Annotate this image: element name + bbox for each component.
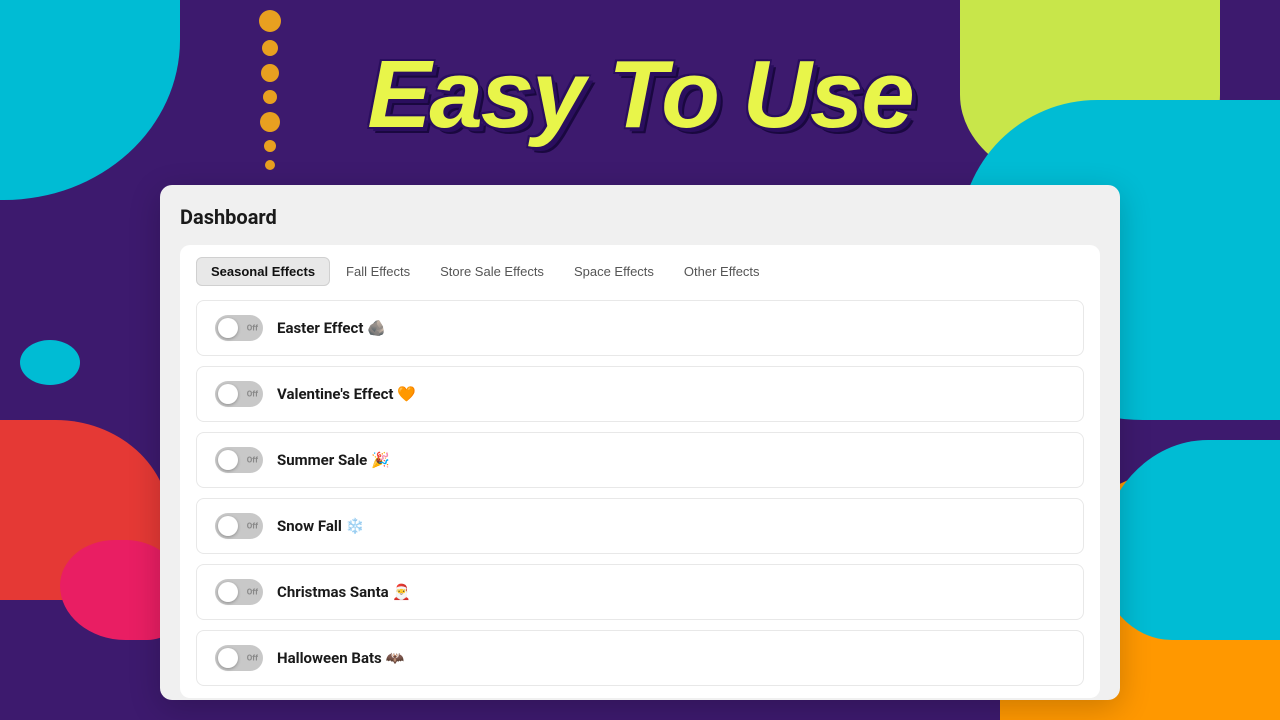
toggle-track-valentine: Off [215,381,263,407]
blob-teal-small [20,340,80,385]
toggle-valentine[interactable]: Off [215,381,263,407]
toggle-track-halloween: Off [215,645,263,671]
toggle-thumb-valentine [218,384,238,404]
effect-name-snow-fall: Snow Fall ❄️ [277,517,364,535]
toggle-track-summer-sale: Off [215,447,263,473]
tabs-bar: Seasonal Effects Fall Effects Store Sale… [196,257,1084,286]
effect-row-valentine: Off Valentine's Effect 🧡 [196,366,1084,422]
effect-row-easter: Off Easter Effect 🪨 [196,300,1084,356]
toggle-thumb-halloween [218,648,238,668]
hero-section: Easy To Use [0,0,1280,190]
dashboard-panel: Dashboard Seasonal Effects Fall Effects … [160,185,1120,700]
toggle-track-christmas: Off [215,579,263,605]
effect-name-easter: Easter Effect 🪨 [277,319,386,337]
effect-row-summer-sale: Off Summer Sale 🎉 [196,432,1084,488]
tab-other[interactable]: Other Effects [670,258,774,285]
effect-name-christmas: Christmas Santa 🎅 [277,583,411,601]
toggle-track-easter: Off [215,315,263,341]
toggle-label-christmas: Off [247,588,258,597]
toggle-label-valentine: Off [247,390,258,399]
tab-seasonal[interactable]: Seasonal Effects [196,257,330,286]
hero-title: Easy To Use [367,40,912,150]
toggle-label-halloween: Off [247,654,258,663]
toggle-christmas[interactable]: Off [215,579,263,605]
toggle-halloween[interactable]: Off [215,645,263,671]
effects-list: Off Easter Effect 🪨 Off Valentine's Effe… [196,300,1084,686]
effect-name-summer-sale: Summer Sale 🎉 [277,451,390,469]
effect-row-christmas: Off Christmas Santa 🎅 [196,564,1084,620]
effect-name-halloween: Halloween Bats 🦇 [277,649,404,667]
toggle-snow-fall[interactable]: Off [215,513,263,539]
toggle-easter[interactable]: Off [215,315,263,341]
effect-row-halloween: Off Halloween Bats 🦇 [196,630,1084,686]
blob-teal-bottom-right [1100,440,1280,640]
toggle-thumb-easter [218,318,238,338]
tab-fall[interactable]: Fall Effects [332,258,424,285]
toggle-label-snow-fall: Off [247,522,258,531]
toggle-label-easter: Off [247,324,258,333]
toggle-thumb-snow-fall [218,516,238,536]
dashboard-title: Dashboard [180,205,1100,229]
toggle-summer-sale[interactable]: Off [215,447,263,473]
tab-space[interactable]: Space Effects [560,258,668,285]
toggle-label-summer-sale: Off [247,456,258,465]
effect-row-snow-fall: Off Snow Fall ❄️ [196,498,1084,554]
toggle-track-snow-fall: Off [215,513,263,539]
toggle-thumb-christmas [218,582,238,602]
effect-name-valentine: Valentine's Effect 🧡 [277,385,416,403]
toggle-thumb-summer-sale [218,450,238,470]
tabs-container: Seasonal Effects Fall Effects Store Sale… [180,245,1100,698]
tab-store-sale[interactable]: Store Sale Effects [426,258,558,285]
